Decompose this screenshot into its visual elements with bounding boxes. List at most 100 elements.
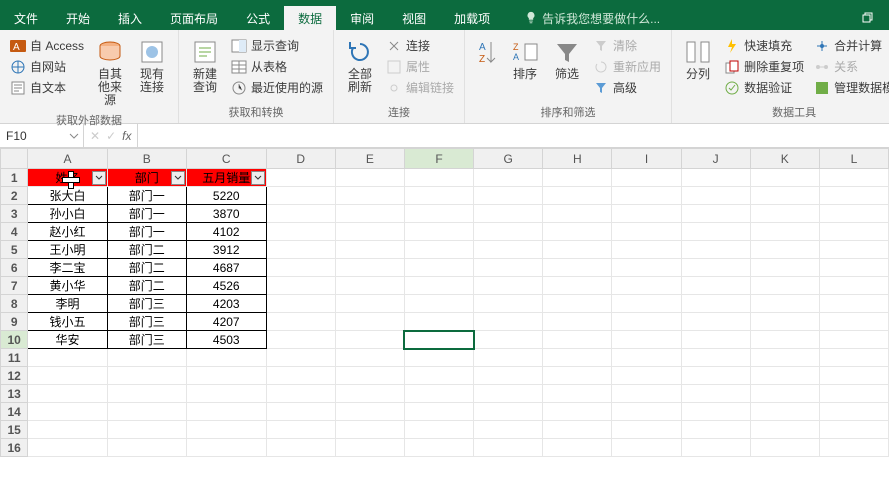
btn-from-access[interactable]: A自 Access [8, 36, 86, 55]
cell-C11[interactable] [186, 349, 266, 367]
cell-J8[interactable] [681, 295, 750, 313]
cell-D3[interactable] [266, 205, 335, 223]
cell-L10[interactable] [819, 331, 888, 349]
cell-A1[interactable]: 姓名 [28, 169, 107, 187]
btn-sort[interactable]: ZA 排序 [507, 36, 543, 83]
col-header-G[interactable]: G [474, 149, 543, 169]
cell-H7[interactable] [543, 277, 612, 295]
cell-K3[interactable] [750, 205, 819, 223]
btn-from-text[interactable]: 自文本 [8, 78, 86, 97]
cell-E15[interactable] [335, 421, 404, 439]
cell-L12[interactable] [819, 367, 888, 385]
tab-view[interactable]: 视图 [388, 6, 440, 30]
tab-data[interactable]: 数据 [284, 6, 336, 30]
btn-connections[interactable]: 连接 [384, 36, 456, 55]
cell-C6[interactable]: 4687 [186, 259, 266, 277]
cell-H8[interactable] [543, 295, 612, 313]
cell-J6[interactable] [681, 259, 750, 277]
cell-K9[interactable] [750, 313, 819, 331]
cell-E12[interactable] [335, 367, 404, 385]
cell-B4[interactable]: 部门一 [107, 223, 186, 241]
cell-B5[interactable]: 部门二 [107, 241, 186, 259]
tab-addin[interactable]: 加载项 [440, 6, 504, 30]
cell-A13[interactable] [28, 385, 107, 403]
cell-D10[interactable] [266, 331, 335, 349]
tab-file[interactable]: 文件 [0, 6, 52, 30]
btn-new-query[interactable]: 新建查询 [187, 36, 223, 96]
cell-C12[interactable] [186, 367, 266, 385]
cell-L15[interactable] [819, 421, 888, 439]
cell-B15[interactable] [107, 421, 186, 439]
cell-J9[interactable] [681, 313, 750, 331]
cell-B13[interactable] [107, 385, 186, 403]
cell-G14[interactable] [474, 403, 543, 421]
cell-A14[interactable] [28, 403, 107, 421]
cell-K4[interactable] [750, 223, 819, 241]
cell-J12[interactable] [681, 367, 750, 385]
cell-G16[interactable] [474, 439, 543, 457]
cell-H5[interactable] [543, 241, 612, 259]
cell-H14[interactable] [543, 403, 612, 421]
cell-E4[interactable] [335, 223, 404, 241]
col-header-E[interactable]: E [335, 149, 404, 169]
cell-D7[interactable] [266, 277, 335, 295]
cell-H11[interactable] [543, 349, 612, 367]
row-header-10[interactable]: 10 [1, 331, 28, 349]
cell-B8[interactable]: 部门三 [107, 295, 186, 313]
cell-L4[interactable] [819, 223, 888, 241]
cell-D13[interactable] [266, 385, 335, 403]
cell-F10[interactable] [404, 331, 473, 349]
cell-F11[interactable] [404, 349, 473, 367]
cell-C13[interactable] [186, 385, 266, 403]
cell-E7[interactable] [335, 277, 404, 295]
cell-A8[interactable]: 李明 [28, 295, 107, 313]
cell-J4[interactable] [681, 223, 750, 241]
row-header-6[interactable]: 6 [1, 259, 28, 277]
row-header-13[interactable]: 13 [1, 385, 28, 403]
cell-F3[interactable] [404, 205, 473, 223]
cell-L1[interactable] [819, 169, 888, 187]
tell-me[interactable]: 告诉我您想要做什么... [524, 6, 660, 30]
cell-G7[interactable] [474, 277, 543, 295]
cell-J2[interactable] [681, 187, 750, 205]
cell-G2[interactable] [474, 187, 543, 205]
row-header-8[interactable]: 8 [1, 295, 28, 313]
row-header-15[interactable]: 15 [1, 421, 28, 439]
cell-I7[interactable] [612, 277, 681, 295]
cell-E1[interactable] [335, 169, 404, 187]
cell-C14[interactable] [186, 403, 266, 421]
cell-I13[interactable] [612, 385, 681, 403]
cell-F7[interactable] [404, 277, 473, 295]
btn-advanced[interactable]: 高级 [591, 78, 663, 97]
cell-G3[interactable] [474, 205, 543, 223]
cell-E3[interactable] [335, 205, 404, 223]
row-header-12[interactable]: 12 [1, 367, 28, 385]
cell-J14[interactable] [681, 403, 750, 421]
cell-L2[interactable] [819, 187, 888, 205]
cell-C16[interactable] [186, 439, 266, 457]
col-header-J[interactable]: J [681, 149, 750, 169]
cell-L9[interactable] [819, 313, 888, 331]
cell-G6[interactable] [474, 259, 543, 277]
cell-H16[interactable] [543, 439, 612, 457]
cell-K1[interactable] [750, 169, 819, 187]
cell-B16[interactable] [107, 439, 186, 457]
cell-D5[interactable] [266, 241, 335, 259]
cell-E11[interactable] [335, 349, 404, 367]
cell-C2[interactable]: 5220 [186, 187, 266, 205]
cell-A10[interactable]: 华安 [28, 331, 107, 349]
cell-H6[interactable] [543, 259, 612, 277]
cell-G4[interactable] [474, 223, 543, 241]
cell-B11[interactable] [107, 349, 186, 367]
cell-E9[interactable] [335, 313, 404, 331]
cell-I2[interactable] [612, 187, 681, 205]
cell-J5[interactable] [681, 241, 750, 259]
cell-D9[interactable] [266, 313, 335, 331]
cancel-icon[interactable]: ✕ [90, 129, 100, 143]
btn-from-web[interactable]: 自网站 [8, 57, 86, 76]
cell-A2[interactable]: 张大白 [28, 187, 107, 205]
cell-A9[interactable]: 钱小五 [28, 313, 107, 331]
cell-E6[interactable] [335, 259, 404, 277]
cell-L6[interactable] [819, 259, 888, 277]
cell-L3[interactable] [819, 205, 888, 223]
